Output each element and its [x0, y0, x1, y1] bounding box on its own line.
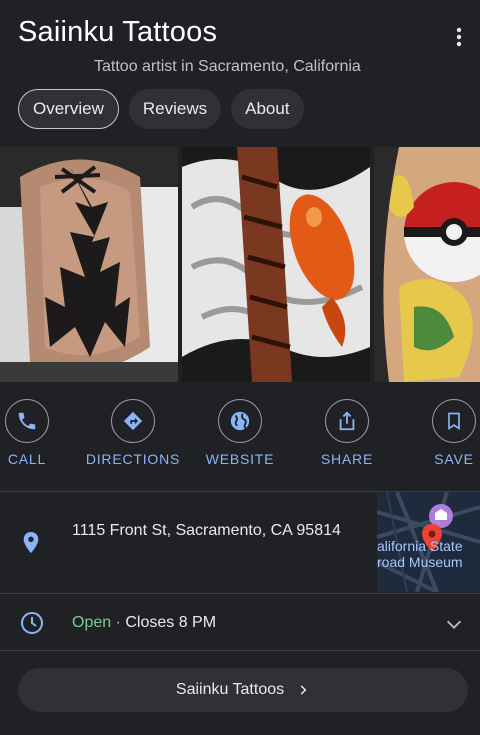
- directions-icon: [111, 399, 155, 443]
- closing-time: Closes 8 PM: [125, 614, 217, 631]
- business-category: Tattoo artist in Sacramento, California: [94, 58, 361, 75]
- map-label: road Museum: [377, 554, 463, 570]
- map-thumbnail[interactable]: alifornia State road Museum: [377, 492, 480, 592]
- phone-icon: [5, 399, 49, 443]
- chevron-right-icon: [296, 683, 310, 697]
- website-label: WEBSITE: [205, 451, 275, 467]
- tab-bar: Overview Reviews About: [18, 89, 304, 129]
- globe-icon: [218, 399, 262, 443]
- photo-pokeball-tattoo[interactable]: [374, 147, 480, 382]
- more-options-icon[interactable]: [446, 24, 472, 50]
- map-label: alifornia State: [377, 538, 463, 554]
- hours-row[interactable]: Open · Closes 8 PM: [0, 594, 480, 650]
- location-pin-icon: [20, 530, 42, 561]
- photo-carousel[interactable]: [0, 147, 480, 382]
- open-status: Open: [72, 614, 112, 631]
- call-label: CALL: [7, 451, 47, 467]
- website-link-button[interactable]: Saiinku Tattoos: [18, 668, 468, 712]
- save-label: SAVE: [434, 451, 474, 467]
- share-label: SHARE: [320, 451, 374, 467]
- address-text: 1115 Front St, Sacramento, CA 95814: [72, 522, 341, 539]
- hours-separator: ·: [111, 614, 126, 631]
- tab-reviews[interactable]: Reviews: [128, 89, 222, 129]
- divider: [0, 650, 480, 651]
- website-button[interactable]: WEBSITE: [185, 399, 295, 467]
- share-icon: [325, 399, 369, 443]
- hours-text: Open · Closes 8 PM: [72, 614, 216, 632]
- share-button[interactable]: SHARE: [292, 399, 402, 467]
- tab-about[interactable]: About: [231, 89, 304, 129]
- photo-thigh-tattoo[interactable]: [0, 147, 178, 382]
- bookmark-icon: [432, 399, 476, 443]
- clock-icon: [20, 611, 44, 640]
- photo-koi-sleeve-tattoo[interactable]: [182, 147, 370, 382]
- business-title: Saiinku Tattoos: [18, 16, 218, 48]
- website-link-label: Saiinku Tattoos: [175, 681, 285, 698]
- action-bar: CALL DIRECTIONS WEBSITE SHARE SAVE: [0, 399, 480, 479]
- call-button[interactable]: CALL: [0, 399, 82, 467]
- save-button[interactable]: SAVE: [399, 399, 480, 467]
- chevron-down-icon[interactable]: [443, 613, 465, 640]
- tab-overview[interactable]: Overview: [18, 89, 119, 129]
- address-row[interactable]: 1115 Front St, Sacramento, CA 95814 alif…: [0, 492, 480, 592]
- directions-label: DIRECTIONS: [85, 451, 181, 467]
- directions-button[interactable]: DIRECTIONS: [78, 399, 188, 467]
